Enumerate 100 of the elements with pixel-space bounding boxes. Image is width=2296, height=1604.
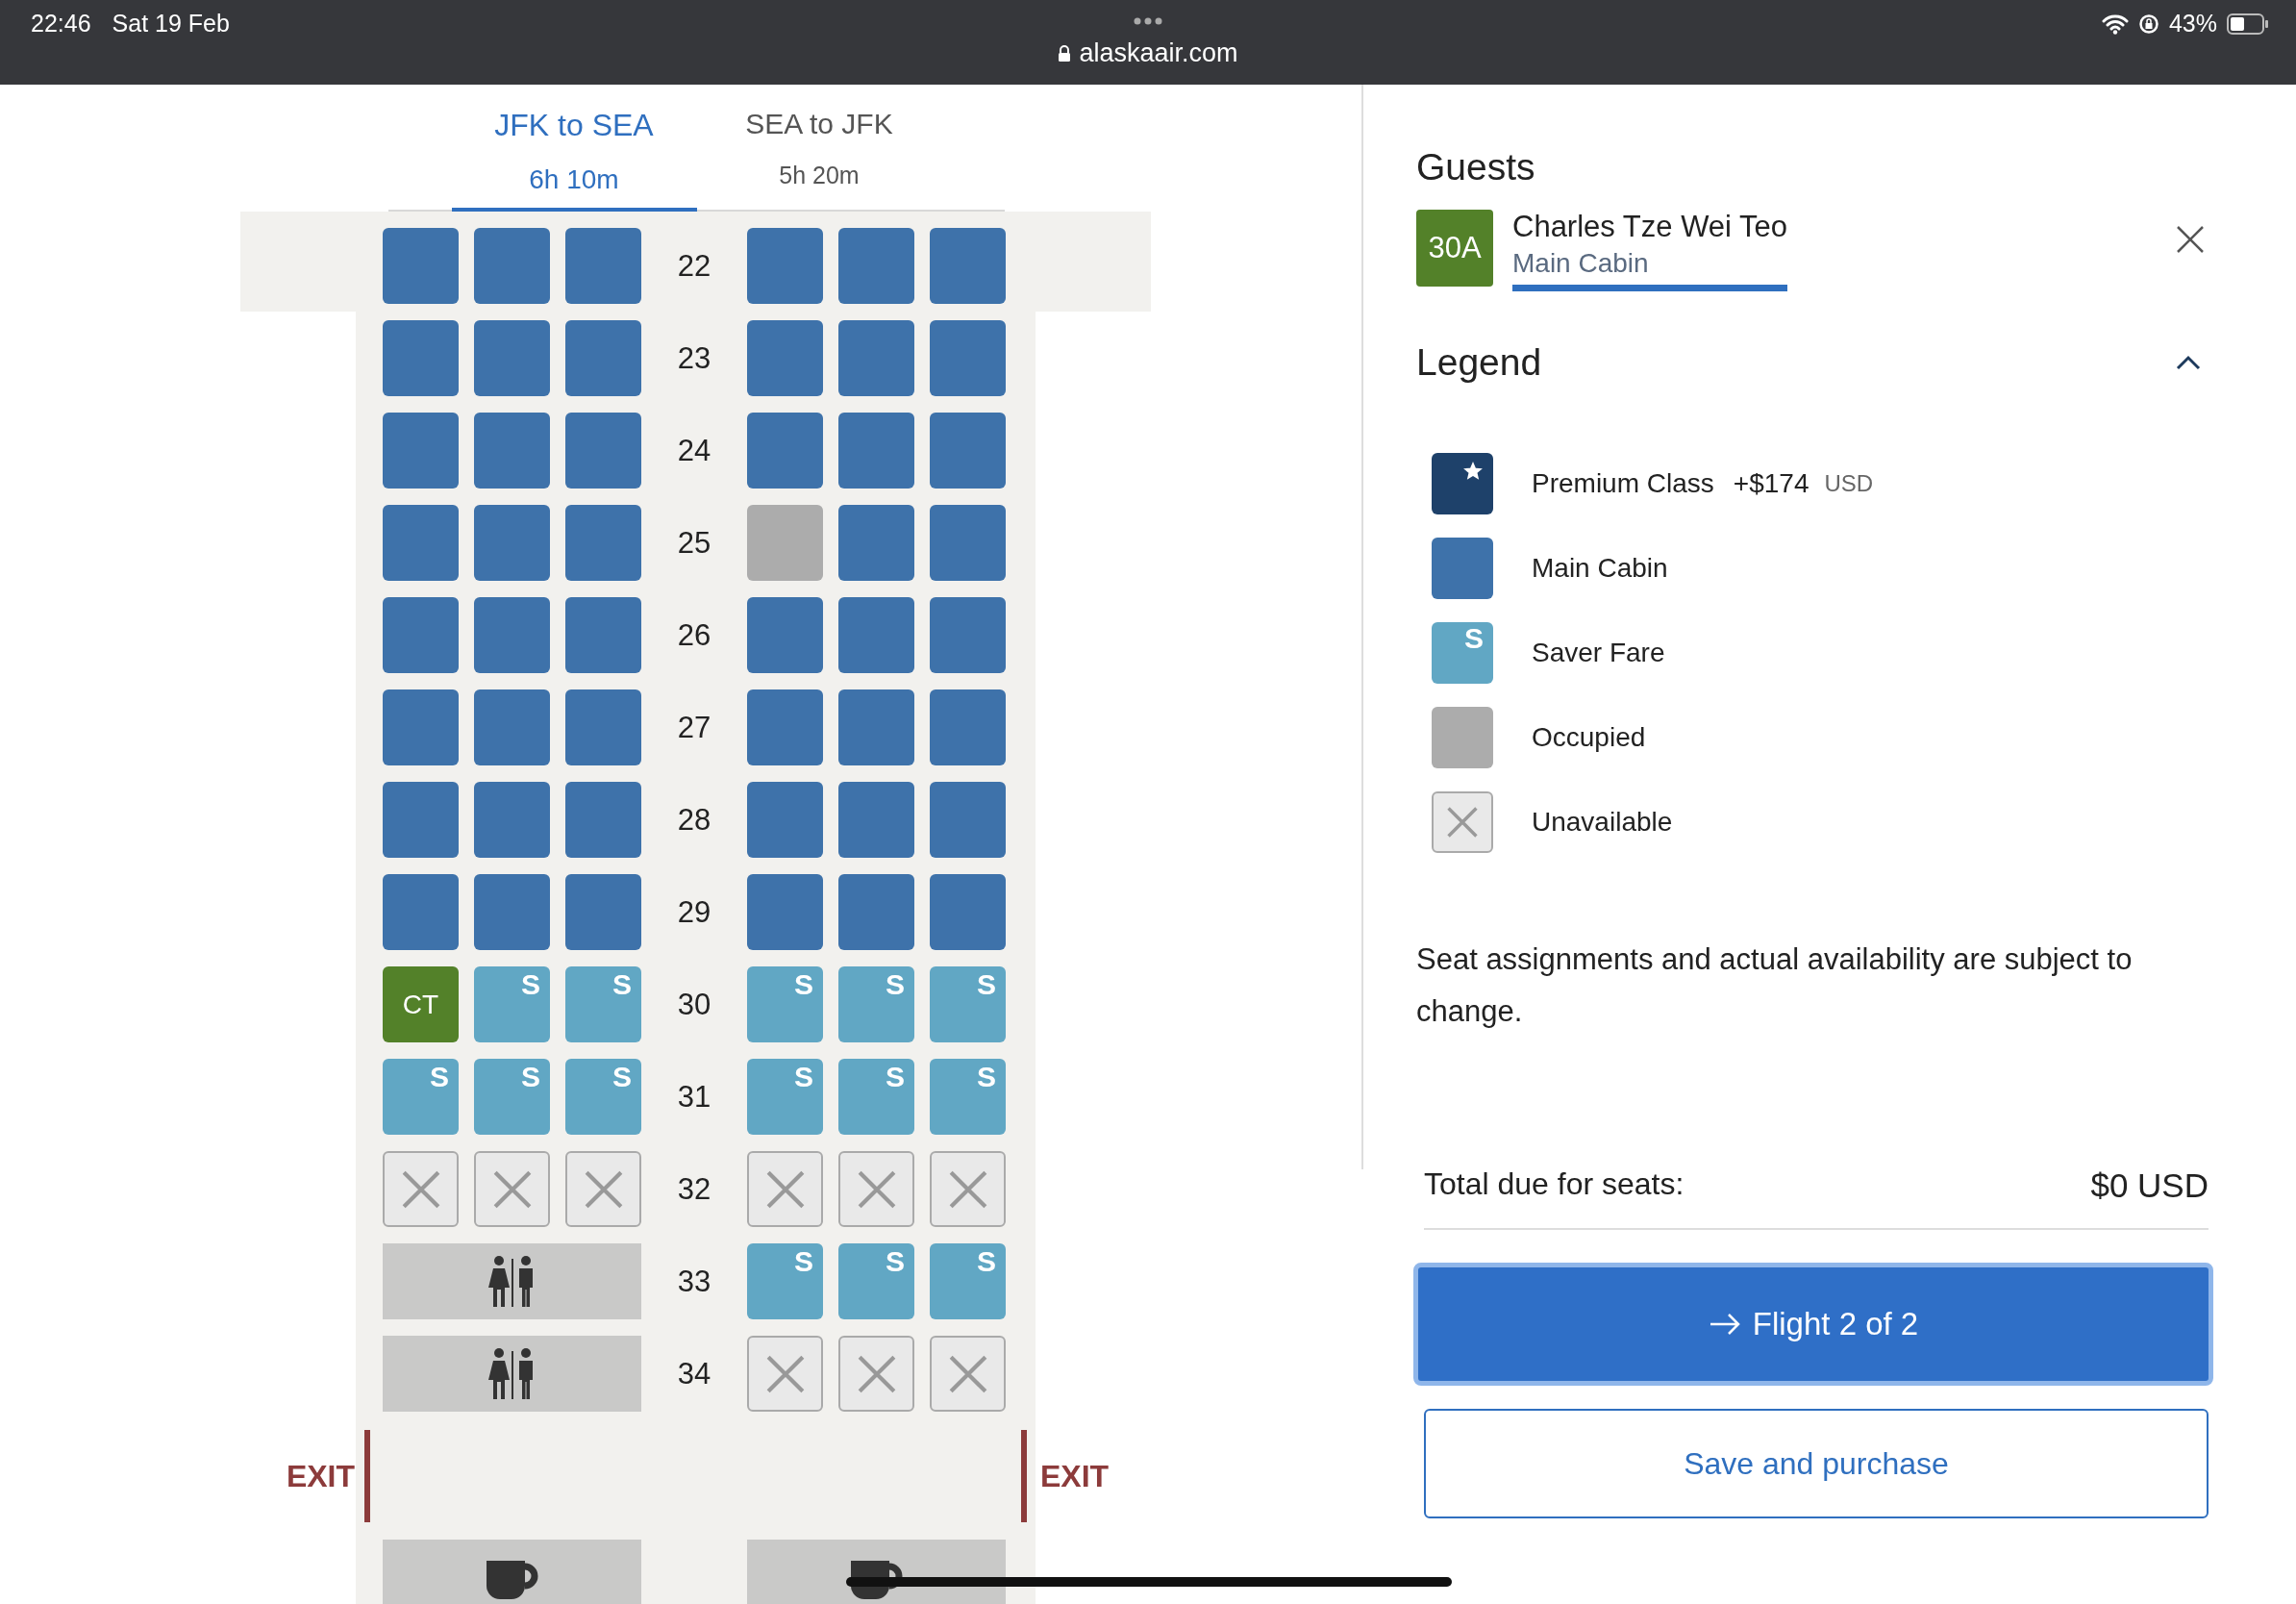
main-cabin-seat[interactable] (565, 689, 641, 765)
row-number: 34 (676, 1355, 712, 1392)
main-cabin-seat[interactable] (474, 689, 550, 765)
guest-entry[interactable]: Charles Tze Wei Teo Main Cabin (1512, 210, 1788, 291)
next-flight-button[interactable]: Flight 2 of 2 (1413, 1263, 2213, 1386)
saver-fare-seat[interactable]: S (747, 1059, 823, 1135)
exit-label: EXIT (286, 1458, 355, 1493)
total-label: Total due for seats: (1424, 1166, 1685, 1203)
saver-fare-seat[interactable]: S (565, 966, 641, 1042)
row-number: 31 (676, 1078, 712, 1115)
legend-occupied-seat (1432, 707, 1493, 768)
main-cabin-seat[interactable] (838, 597, 914, 673)
main-cabin-seat[interactable] (838, 228, 914, 304)
status-date: Sat 19 Feb (112, 10, 230, 38)
saver-fare-seat[interactable]: S (838, 1059, 914, 1135)
arrow-icon (1708, 1313, 1741, 1336)
main-cabin-seat[interactable] (747, 597, 823, 673)
main-cabin-seat[interactable] (930, 320, 1006, 396)
main-cabin-seat[interactable] (930, 228, 1006, 304)
cross-icon (1446, 806, 1479, 839)
main-cabin-seat[interactable] (474, 505, 550, 581)
row-number: 25 (676, 524, 712, 562)
main-cabin-seat[interactable] (383, 228, 459, 304)
legend-label: Main Cabin (1532, 553, 1668, 584)
saver-fare-seat[interactable]: S (474, 1059, 550, 1135)
cross-icon (947, 1353, 988, 1394)
saver-fare-seat[interactable]: S (930, 1243, 1006, 1319)
main-cabin-seat[interactable] (383, 874, 459, 950)
row-number: 30 (676, 986, 712, 1023)
saver-fare-seat[interactable]: S (838, 1243, 914, 1319)
main-cabin-seat[interactable] (383, 413, 459, 489)
main-cabin-seat[interactable] (474, 228, 550, 304)
saver-fare-seat[interactable]: S (838, 966, 914, 1042)
cross-icon (947, 1168, 988, 1210)
legend-heading: Legend (1416, 341, 1542, 384)
main-cabin-seat[interactable] (565, 874, 641, 950)
main-cabin-seat[interactable] (747, 874, 823, 950)
battery-percent: 43% (2168, 10, 2217, 38)
saver-fare-seat[interactable]: S (383, 1059, 459, 1135)
close-icon[interactable] (2176, 225, 2205, 254)
main-cabin-seat[interactable] (383, 689, 459, 765)
main-cabin-seat[interactable] (747, 228, 823, 304)
seat-badge: 30A (1416, 210, 1493, 287)
legend-label: Premium Class (1532, 468, 1714, 499)
main-cabin-seat[interactable] (930, 689, 1006, 765)
cross-icon (764, 1353, 806, 1394)
main-cabin-seat[interactable] (838, 413, 914, 489)
main-cabin-seat[interactable] (383, 505, 459, 581)
selected-seat[interactable]: CT (383, 966, 459, 1042)
legend-main-cabin-seat (1432, 538, 1493, 599)
main-cabin-seat[interactable] (747, 320, 823, 396)
main-cabin-seat[interactable] (474, 320, 550, 396)
main-cabin-seat[interactable] (747, 689, 823, 765)
row-number: 33 (676, 1263, 712, 1300)
row-number: 29 (676, 893, 712, 931)
saver-fare-seat[interactable]: S (565, 1059, 641, 1135)
main-cabin-seat[interactable] (930, 874, 1006, 950)
wifi-icon (2101, 13, 2129, 35)
main-cabin-seat[interactable] (565, 505, 641, 581)
main-cabin-seat[interactable] (565, 782, 641, 858)
legend-currency: USD (1824, 470, 1874, 497)
main-cabin-seat[interactable] (838, 874, 914, 950)
main-cabin-seat[interactable] (930, 413, 1006, 489)
battery-icon (2227, 13, 2269, 35)
legend-label: Unavailable (1532, 807, 1673, 838)
main-cabin-seat[interactable] (474, 597, 550, 673)
main-cabin-seat[interactable] (838, 320, 914, 396)
main-cabin-seat[interactable] (565, 320, 641, 396)
main-cabin-seat[interactable] (838, 505, 914, 581)
exit-label: EXIT (1040, 1458, 1110, 1493)
main-cabin-seat[interactable] (838, 689, 914, 765)
cross-icon (856, 1353, 897, 1394)
main-cabin-seat[interactable] (383, 782, 459, 858)
main-cabin-seat[interactable] (474, 874, 550, 950)
saver-fare-seat[interactable]: S (930, 966, 1006, 1042)
flight-tab[interactable]: SEA to JFK 5h 20m (696, 85, 942, 212)
main-cabin-seat[interactable] (565, 413, 641, 489)
main-cabin-seat[interactable] (474, 413, 550, 489)
main-cabin-seat[interactable] (565, 597, 641, 673)
chevron-icon[interactable] (2176, 355, 2201, 370)
save-and-purchase-button[interactable]: Save and purchase (1424, 1409, 2209, 1518)
row-number: 32 (676, 1170, 712, 1208)
main-cabin-seat[interactable] (747, 413, 823, 489)
saver-fare-seat[interactable]: S (930, 1059, 1006, 1135)
main-cabin-seat[interactable] (747, 782, 823, 858)
main-cabin-seat[interactable] (930, 597, 1006, 673)
saver-fare-seat[interactable]: S (747, 966, 823, 1042)
more-icon[interactable] (1134, 17, 1162, 25)
url-text[interactable]: alaskaair.com (1079, 38, 1238, 68)
main-cabin-seat[interactable] (930, 782, 1006, 858)
main-cabin-seat[interactable] (930, 505, 1006, 581)
main-cabin-seat[interactable] (383, 320, 459, 396)
main-cabin-seat[interactable] (565, 228, 641, 304)
main-cabin-seat[interactable] (383, 597, 459, 673)
total-amount: $0 USD (2090, 1166, 2209, 1205)
main-cabin-seat[interactable] (474, 782, 550, 858)
row-number: 27 (676, 709, 712, 746)
main-cabin-seat[interactable] (838, 782, 914, 858)
saver-fare-seat[interactable]: S (474, 966, 550, 1042)
saver-fare-seat[interactable]: S (747, 1243, 823, 1319)
